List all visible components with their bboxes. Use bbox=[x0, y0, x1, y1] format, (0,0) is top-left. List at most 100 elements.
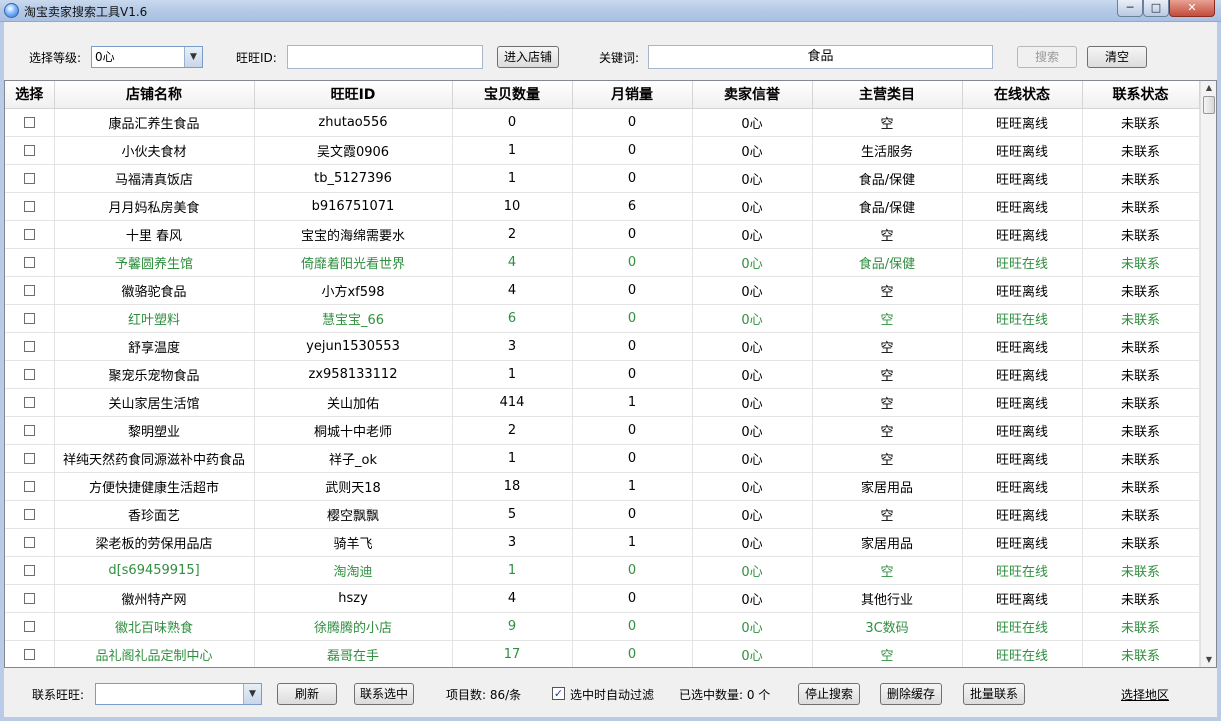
contact-status-cell: 未联系 bbox=[1082, 416, 1200, 445]
shop-name-cell: 康品汇养生食品 bbox=[54, 108, 255, 137]
table-row[interactable]: d[s69459915] 淘淘迪 1 0 0心空旺旺在线 未联系 bbox=[5, 556, 1200, 585]
column-header-shop-name[interactable]: 店铺名称 bbox=[54, 81, 255, 109]
row-checkbox[interactable] bbox=[23, 200, 35, 212]
maximize-button[interactable]: □ bbox=[1143, 0, 1169, 17]
table-row[interactable]: 关山家居生活馆 关山加佑 414 1 0心空旺旺离线 未联系 bbox=[5, 388, 1200, 417]
close-button[interactable]: ✕ bbox=[1169, 0, 1215, 17]
row-checkbox[interactable] bbox=[23, 536, 35, 548]
scroll-thumb[interactable] bbox=[1203, 96, 1215, 114]
table-row[interactable]: 予馨圆养生馆 倚靡着阳光看世界 4 0 0心 食品/保健 旺旺在线 未联系 bbox=[5, 248, 1200, 277]
row-checkbox[interactable] bbox=[23, 480, 35, 492]
table-row[interactable]: 徽骆驼食品 小方xf598 4 0 0心空旺旺离线 未联系 bbox=[5, 276, 1200, 305]
row-checkbox[interactable] bbox=[23, 368, 35, 380]
table-row[interactable]: 祥纯天然药食同源滋补中药食品 祥子_ok 1 0 0心空旺旺离线 未联系 bbox=[5, 444, 1200, 473]
wangwang-id-cell: 徐腾腾的小店 bbox=[254, 612, 453, 641]
refresh-button[interactable]: 刷新 bbox=[277, 683, 337, 705]
scroll-up-icon[interactable]: ▲ bbox=[1201, 81, 1216, 95]
select-region-link[interactable]: 选择地区 bbox=[1121, 686, 1169, 703]
auto-filter-checkbox[interactable]: ✓ bbox=[552, 687, 565, 700]
clear-button[interactable]: 清空 bbox=[1087, 46, 1147, 68]
batch-contact-button[interactable]: 批量联系 bbox=[963, 683, 1025, 705]
vertical-scrollbar[interactable]: ▲ ▼ bbox=[1200, 81, 1216, 667]
online-status-cell: 旺旺离线 bbox=[962, 136, 1083, 165]
column-header-monthly-sales[interactable]: 月销量 bbox=[572, 81, 693, 109]
row-select-cell bbox=[5, 556, 55, 585]
column-header-select[interactable]: 选择 bbox=[5, 81, 55, 109]
row-checkbox[interactable] bbox=[23, 172, 35, 184]
table-row[interactable]: 舒享温度 yejun1530553 3 0 0心空旺旺离线 未联系 bbox=[5, 332, 1200, 361]
chevron-down-icon[interactable]: ▼ bbox=[243, 684, 261, 704]
contact-wangwang-select[interactable]: ▼ bbox=[95, 683, 262, 705]
row-checkbox[interactable] bbox=[23, 284, 35, 296]
row-checkbox[interactable] bbox=[23, 144, 35, 156]
row-checkbox[interactable] bbox=[23, 452, 35, 464]
row-checkbox[interactable] bbox=[23, 116, 35, 128]
table-row[interactable]: 品礼阁礼品定制中心 磊哥在手 17 0 0心空旺旺在线 未联系 bbox=[5, 640, 1200, 667]
table-row[interactable]: 徽北百味熟食 徐腾腾的小店 9 0 0心 3C数码 旺旺在线 未联系 bbox=[5, 612, 1200, 641]
category-cell: 家居用品 bbox=[812, 528, 963, 557]
table-row[interactable]: 黎明塑业 桐城十中老师 2 0 0心空旺旺离线 未联系 bbox=[5, 416, 1200, 445]
category-cell: 空 bbox=[812, 444, 963, 473]
column-header-reputation[interactable]: 卖家信誉 bbox=[692, 81, 813, 109]
table-row[interactable]: 十里 春风 宝宝的海绵需要水 2 0 0心空旺旺离线 未联系 bbox=[5, 220, 1200, 249]
selected-count-text: 已选中数量: 0 个 bbox=[679, 688, 771, 702]
reputation-cell: 0心 bbox=[692, 192, 813, 221]
contact-status-cell: 未联系 bbox=[1082, 388, 1200, 417]
contact-selected-button[interactable]: 联系选中 bbox=[354, 683, 414, 705]
table-row[interactable]: 方便快捷健康生活超市 武则天18 18 1 0心 家居用品 旺旺离线 未联系 bbox=[5, 472, 1200, 501]
monthly-sales-cell: 0 bbox=[572, 556, 693, 585]
table-row[interactable]: 香珍面艺 樱空飘飘 5 0 0心空旺旺离线 未联系 bbox=[5, 500, 1200, 529]
table-row[interactable]: 月月妈私房美食 b916751071 10 6 0心 食品/保健 旺旺离线 未联系 bbox=[5, 192, 1200, 221]
table-row[interactable]: 小伙夫食材 吴文霞0906 1 0 0心 生活服务 旺旺离线 未联系 bbox=[5, 136, 1200, 165]
column-header-item-count[interactable]: 宝贝数量 bbox=[452, 81, 573, 109]
row-checkbox[interactable] bbox=[23, 256, 35, 268]
online-status-cell: 旺旺在线 bbox=[962, 556, 1083, 585]
online-status-cell: 旺旺离线 bbox=[962, 360, 1083, 389]
column-header-online-status[interactable]: 在线状态 bbox=[962, 81, 1083, 109]
minimize-button[interactable]: ─ bbox=[1117, 0, 1143, 17]
row-checkbox[interactable] bbox=[23, 424, 35, 436]
shop-name-cell: 祥纯天然药食同源滋补中药食品 bbox=[54, 444, 255, 473]
reputation-cell: 0心 bbox=[692, 612, 813, 641]
column-header-wangwang-id[interactable]: 旺旺ID bbox=[254, 81, 453, 109]
category-cell: 其他行业 bbox=[812, 584, 963, 613]
level-select[interactable]: 0心 ▼ bbox=[91, 46, 203, 68]
row-select-cell bbox=[5, 388, 55, 417]
table-row[interactable]: 梁老板的劳保用品店 骑羊飞 3 1 0心 家居用品 旺旺离线 未联系 bbox=[5, 528, 1200, 557]
row-checkbox[interactable] bbox=[23, 508, 35, 520]
wangwang-id-cell: yejun1530553 bbox=[254, 332, 453, 361]
row-checkbox[interactable] bbox=[23, 648, 35, 660]
item-count-cell: 1 bbox=[452, 360, 573, 389]
search-button[interactable]: 搜索 bbox=[1017, 46, 1077, 68]
delete-cache-button[interactable]: 删除缓存 bbox=[880, 683, 942, 705]
stop-search-button[interactable]: 停止搜索 bbox=[798, 683, 860, 705]
online-status-cell: 旺旺离线 bbox=[962, 416, 1083, 445]
category-cell: 3C数码 bbox=[812, 612, 963, 641]
contact-status-cell: 未联系 bbox=[1082, 360, 1200, 389]
scroll-down-icon[interactable]: ▼ bbox=[1201, 653, 1216, 667]
keyword-input[interactable]: 食品 bbox=[648, 45, 993, 69]
row-checkbox[interactable] bbox=[23, 396, 35, 408]
table-row[interactable]: 马福清真饭店 tb_5127396 1 0 0心 食品/保健 旺旺离线 未联系 bbox=[5, 164, 1200, 193]
row-checkbox[interactable] bbox=[23, 312, 35, 324]
row-checkbox[interactable] bbox=[23, 592, 35, 604]
table-row[interactable]: 康品汇养生食品 zhutao556 0 0 0心空旺旺离线 未联系 bbox=[5, 108, 1200, 137]
row-checkbox[interactable] bbox=[23, 228, 35, 240]
keyword-label: 关键词: bbox=[599, 51, 640, 65]
wangwang-input[interactable] bbox=[287, 45, 483, 69]
table-row[interactable]: 红叶塑料 慧宝宝_66 6 0 0心空旺旺在线 未联系 bbox=[5, 304, 1200, 333]
table-row[interactable]: 徽州特产网 hszy 4 0 0心 其他行业 旺旺离线 未联系 bbox=[5, 584, 1200, 613]
row-select-cell bbox=[5, 612, 55, 641]
shop-name-cell: 香珍面艺 bbox=[54, 500, 255, 529]
column-header-contact-status[interactable]: 联系状态 bbox=[1082, 81, 1200, 109]
column-header-category[interactable]: 主营类目 bbox=[812, 81, 963, 109]
row-select-cell bbox=[5, 248, 55, 277]
reputation-cell: 0心 bbox=[692, 556, 813, 585]
wangwang-id-cell: 樱空飘飘 bbox=[254, 500, 453, 529]
row-checkbox[interactable] bbox=[23, 564, 35, 576]
table-row[interactable]: 聚宠乐宠物食品 zx958133112 1 0 0心空旺旺离线 未联系 bbox=[5, 360, 1200, 389]
chevron-down-icon[interactable]: ▼ bbox=[184, 47, 202, 67]
row-checkbox[interactable] bbox=[23, 340, 35, 352]
enter-shop-button[interactable]: 进入店铺 bbox=[497, 46, 559, 68]
row-checkbox[interactable] bbox=[23, 620, 35, 632]
